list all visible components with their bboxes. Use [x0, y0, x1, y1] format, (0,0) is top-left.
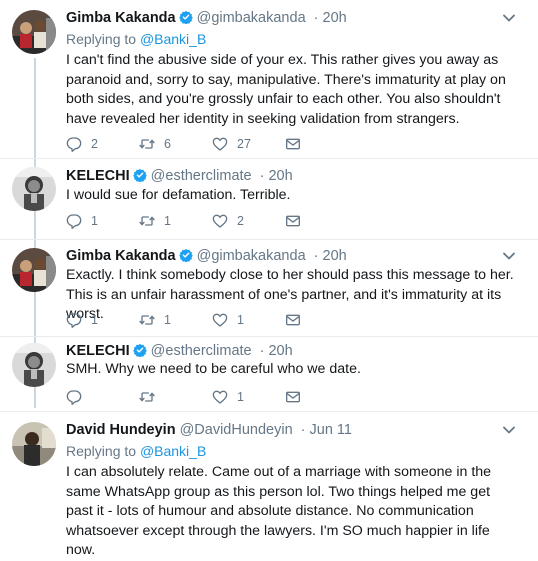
heart-icon [212, 312, 228, 328]
tweet[interactable]: Gimba Kakanda @gimbakakanda · 20h Replyin… [0, 0, 538, 158]
reply-count: 2 [91, 137, 98, 151]
reply-icon [66, 389, 82, 405]
tweet[interactable]: David Hundeyin @DavidHundeyin · Jun 11 Re… [0, 412, 538, 558]
envelope-icon [285, 136, 301, 152]
display-name[interactable]: KELECHI [66, 343, 130, 359]
replying-to-link[interactable]: @Banki_B [140, 443, 206, 459]
like-button[interactable]: 27 [212, 134, 251, 154]
timestamp[interactable]: · 20h [260, 343, 293, 359]
reply-count: 1 [91, 313, 98, 327]
retweet-button[interactable]: 1 [139, 310, 171, 330]
avatar[interactable] [12, 167, 56, 211]
retweet-button[interactable]: 6 [139, 134, 171, 154]
tweet-text: SMH. Why we need to be careful who we da… [66, 361, 361, 377]
dm-button[interactable] [285, 211, 301, 231]
avatar[interactable] [12, 10, 56, 54]
like-count: 1 [237, 313, 244, 327]
chevron-down-icon[interactable] [502, 251, 516, 261]
retweet-icon [139, 136, 155, 152]
retweet-icon [139, 389, 155, 405]
tweet[interactable]: KELECHI @estherclimate · 20h SMH. Why we … [0, 337, 538, 411]
replying-to: Replying to @Banki_B [66, 31, 206, 47]
tweet-actions: 2 6 27 [66, 134, 366, 154]
tweet[interactable]: KELECHI @estherclimate · 20h I would sue … [0, 159, 538, 239]
display-name[interactable]: KELECHI [66, 168, 130, 184]
retweet-button[interactable] [139, 387, 164, 407]
tweet-header: David Hundeyin @DavidHundeyin · Jun 11 [66, 421, 352, 439]
tweet-actions: 1 1 1 [66, 310, 366, 330]
avatar[interactable] [12, 248, 56, 292]
tweet-header: Gimba Kakanda @gimbakakanda · 20h [66, 9, 347, 27]
tweet-header: KELECHI @estherclimate · 20h [66, 342, 293, 360]
tweet-header: Gimba Kakanda @gimbakakanda · 20h [66, 247, 347, 265]
reply-icon [66, 136, 82, 152]
reply-button[interactable]: 1 [66, 211, 98, 231]
verified-badge-icon [133, 343, 147, 357]
timestamp[interactable]: · 20h [314, 248, 347, 264]
like-button[interactable]: 1 [212, 310, 244, 330]
heart-icon [212, 213, 228, 229]
tweet-actions: 1 [66, 387, 366, 407]
like-count: 1 [237, 390, 244, 404]
heart-icon [212, 136, 228, 152]
display-name[interactable]: Gimba Kakanda [66, 10, 176, 26]
reply-icon [66, 312, 82, 328]
user-handle[interactable]: @gimbakakanda [197, 10, 306, 26]
dm-button[interactable] [285, 387, 301, 407]
like-count: 2 [237, 214, 244, 228]
reply-button[interactable] [66, 387, 91, 407]
reply-count: 1 [91, 214, 98, 228]
envelope-icon [285, 213, 301, 229]
chevron-down-icon[interactable] [502, 13, 516, 23]
dm-button[interactable] [285, 134, 301, 154]
envelope-icon [285, 312, 301, 328]
verified-badge-icon [179, 10, 193, 24]
display-name[interactable]: Gimba Kakanda [66, 248, 176, 264]
verified-badge-icon [179, 248, 193, 262]
user-handle[interactable]: @DavidHundeyin [180, 422, 293, 438]
replying-prefix: Replying to [66, 443, 137, 459]
retweet-button[interactable]: 1 [139, 211, 171, 231]
timestamp[interactable]: · Jun 11 [301, 422, 352, 438]
avatar[interactable] [12, 343, 56, 387]
display-name[interactable]: David Hundeyin [66, 422, 176, 438]
user-handle[interactable]: @estherclimate [151, 168, 252, 184]
timestamp[interactable]: · 20h [260, 168, 293, 184]
replying-prefix: Replying to [66, 31, 137, 47]
tweet[interactable]: Gimba Kakanda @gimbakakanda · 20h Exactly… [0, 240, 538, 336]
heart-icon [212, 389, 228, 405]
timestamp[interactable]: · 20h [314, 10, 347, 26]
dm-button[interactable] [285, 310, 301, 330]
avatar[interactable] [12, 422, 56, 466]
retweet-count: 6 [164, 137, 171, 151]
tweet-text: I can't find the abusive side of your ex… [66, 52, 506, 127]
retweet-count: 1 [164, 313, 171, 327]
user-handle[interactable]: @estherclimate [151, 343, 252, 359]
reply-button[interactable]: 1 [66, 310, 98, 330]
like-button[interactable]: 2 [212, 211, 244, 231]
like-count: 27 [237, 137, 251, 151]
user-handle[interactable]: @gimbakakanda [197, 248, 306, 264]
tweet-text: I would sue for defamation. Terrible. [66, 187, 291, 203]
retweet-count: 1 [164, 214, 171, 228]
tweet-header: KELECHI @estherclimate · 20h [66, 167, 293, 185]
reply-button[interactable]: 2 [66, 134, 98, 154]
tweet-actions: 1 1 2 [66, 211, 366, 231]
verified-badge-icon [133, 168, 147, 182]
replying-to: Replying to @Banki_B [66, 443, 206, 459]
envelope-icon [285, 389, 301, 405]
replying-to-link[interactable]: @Banki_B [140, 31, 206, 47]
retweet-icon [139, 312, 155, 328]
reply-icon [66, 213, 82, 229]
like-button[interactable]: 1 [212, 387, 244, 407]
retweet-icon [139, 213, 155, 229]
tweet-text: I can absolutely relate. Came out of a m… [66, 464, 492, 558]
chevron-down-icon[interactable] [502, 425, 516, 435]
